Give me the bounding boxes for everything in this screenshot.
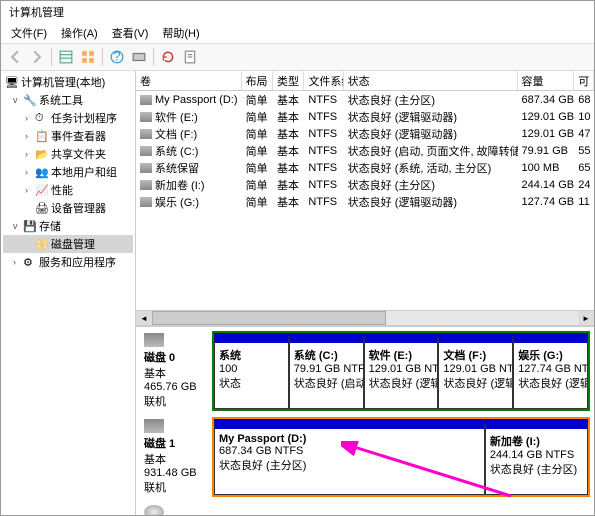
disk-0-row[interactable]: 磁盘 0 基本 465.76 GB 联机 系统100状态系统 (C:)79.91… xyxy=(140,331,590,411)
device-icon: 🖨 xyxy=(35,202,49,215)
storage-icon: 💾 xyxy=(23,220,37,233)
tree-perf[interactable]: ›📈性能 xyxy=(3,181,133,199)
volume-icon xyxy=(140,129,152,139)
tree-shared[interactable]: ›📂共享文件夹 xyxy=(3,145,133,163)
tree-scheduler[interactable]: ›⏱任务计划程序 xyxy=(3,109,133,127)
clock-icon: ⏱ xyxy=(35,112,49,125)
scroll-thumb[interactable] xyxy=(152,311,386,325)
disk-1-info: 磁盘 1 基本 931.48 GB 联机 xyxy=(140,417,212,497)
volume-icon xyxy=(140,146,152,156)
menu-view[interactable]: 查看(V) xyxy=(106,23,155,43)
menubar: 文件(F) 操作(A) 查看(V) 帮助(H) xyxy=(1,23,594,43)
volume-icon xyxy=(140,180,152,190)
disk-1-partitions: My Passport (D:)687.34 GB NTFS状态良好 (主分区)… xyxy=(212,417,590,497)
window-titlebar: 计算机管理 xyxy=(1,1,594,23)
partition[interactable]: 系统100状态 xyxy=(214,333,289,409)
volume-icon xyxy=(140,197,152,207)
volume-list: My Passport (D:)简单基本NTFS状态良好 (主分区)687.34… xyxy=(136,91,594,210)
partition[interactable]: My Passport (D:)687.34 GB NTFS状态良好 (主分区) xyxy=(214,419,485,495)
disk-icon: 📀 xyxy=(35,238,49,251)
partition[interactable]: 新加卷 (I:)244.14 GB NTFS状态良好 (主分区) xyxy=(485,419,588,495)
users-icon: 👥 xyxy=(35,166,49,179)
col-status[interactable]: 状态 xyxy=(344,71,518,90)
menu-file[interactable]: 文件(F) xyxy=(5,23,53,43)
tree-devmgr[interactable]: 🖨设备管理器 xyxy=(3,199,133,217)
volume-list-header: 卷 布局 类型 文件系统 状态 容量 可 xyxy=(136,71,594,91)
col-type[interactable]: 类型 xyxy=(273,71,304,90)
partition[interactable]: 娱乐 (G:)127.74 GB NT状态良好 (逻辑 xyxy=(513,333,588,409)
hdd-icon xyxy=(144,333,164,347)
table-row[interactable]: 文档 (F:)简单基本NTFS状态良好 (逻辑驱动器)129.01 GB47 xyxy=(136,125,594,142)
tree-root[interactable]: 🖥计算机管理(本地) xyxy=(3,73,133,91)
props-icon[interactable] xyxy=(180,47,200,67)
table-row[interactable]: 系统保留简单基本NTFS状态良好 (系统, 活动, 主分区)100 MB65 xyxy=(136,159,594,176)
horizontal-scrollbar[interactable]: ◄ ► xyxy=(136,310,594,326)
table-row[interactable]: My Passport (D:)简单基本NTFS状态良好 (主分区)687.34… xyxy=(136,91,594,108)
table-row[interactable]: 新加卷 (I:)简单基本NTFS状态良好 (主分区)244.14 GB24 xyxy=(136,176,594,193)
table-row[interactable]: 娱乐 (G:)简单基本NTFS状态良好 (逻辑驱动器)127.74 GB11 xyxy=(136,193,594,210)
col-volume[interactable]: 卷 xyxy=(136,71,242,90)
tree-events[interactable]: ›📋事件查看器 xyxy=(3,127,133,145)
scroll-left-icon[interactable]: ◄ xyxy=(136,311,152,325)
cd-icon xyxy=(144,505,164,515)
col-capacity[interactable]: 容量 xyxy=(518,71,575,90)
menu-help[interactable]: 帮助(H) xyxy=(156,23,205,43)
perf-icon: 📈 xyxy=(35,184,49,197)
partition[interactable]: 文档 (F:)129.01 GB NT状态良好 (逻辑 xyxy=(438,333,513,409)
col-layout[interactable]: 布局 xyxy=(242,71,273,90)
tree-systools[interactable]: v🔧系统工具 xyxy=(3,91,133,109)
window-title: 计算机管理 xyxy=(9,4,64,20)
services-icon: ⚙ xyxy=(23,256,37,269)
refresh-icon[interactable] xyxy=(158,47,178,67)
menu-action[interactable]: 操作(A) xyxy=(55,23,104,43)
settings-icon[interactable] xyxy=(129,47,149,67)
disk-0-info: 磁盘 0 基本 465.76 GB 联机 xyxy=(140,331,212,411)
view-detail-icon[interactable] xyxy=(78,47,98,67)
col-free[interactable]: 可 xyxy=(574,71,594,90)
svg-text:?: ? xyxy=(113,50,120,64)
help-icon[interactable]: ? xyxy=(107,47,127,67)
tree-users[interactable]: ›👥本地用户和组 xyxy=(3,163,133,181)
volume-icon xyxy=(140,112,152,122)
volume-icon xyxy=(140,95,152,105)
table-row[interactable]: 系统 (C:)简单基本NTFS状态良好 (启动, 页面文件, 故障转储, 主分区… xyxy=(136,142,594,159)
disk-graph-pane: 磁盘 0 基本 465.76 GB 联机 系统100状态系统 (C:)79.91… xyxy=(136,326,594,515)
partition[interactable]: 系统 (C:)79.91 GB NTF状态良好 (启动 xyxy=(289,333,364,409)
tree-storage[interactable]: v💾存储 xyxy=(3,217,133,235)
log-icon: 📋 xyxy=(35,130,49,143)
col-fs[interactable]: 文件系统 xyxy=(304,71,343,90)
disk-1-row[interactable]: 磁盘 1 基本 931.48 GB 联机 My Passport (D:)687… xyxy=(140,417,590,497)
tree-diskmgr[interactable]: 📀磁盘管理 xyxy=(3,235,133,253)
forward-icon[interactable] xyxy=(27,47,47,67)
toolbar: ? xyxy=(1,43,594,71)
table-row[interactable]: 软件 (E:)简单基本NTFS状态良好 (逻辑驱动器)129.01 GB10 xyxy=(136,108,594,125)
cdrom-row[interactable]: CD-ROM 0 DVD (H:) xyxy=(140,503,590,515)
content-pane: 卷 布局 类型 文件系统 状态 容量 可 My Passport (D:)简单基… xyxy=(136,71,594,515)
nav-tree: 🖥计算机管理(本地) v🔧系统工具 ›⏱任务计划程序 ›📋事件查看器 ›📂共享文… xyxy=(1,71,136,515)
tree-services[interactable]: ›⚙服务和应用程序 xyxy=(3,253,133,271)
computer-icon: 🖥 xyxy=(5,76,19,89)
hdd-icon xyxy=(144,419,164,433)
back-icon[interactable] xyxy=(5,47,25,67)
tools-icon: 🔧 xyxy=(23,94,37,107)
volume-icon xyxy=(140,163,152,173)
folder-icon: 📂 xyxy=(35,148,49,161)
cdrom-info: CD-ROM 0 DVD (H:) xyxy=(140,503,212,515)
partition[interactable]: 软件 (E:)129.01 GB NT状态良好 (逻辑 xyxy=(364,333,439,409)
view-list-icon[interactable] xyxy=(56,47,76,67)
scroll-right-icon[interactable]: ► xyxy=(578,311,594,325)
disk-0-partitions: 系统100状态系统 (C:)79.91 GB NTF状态良好 (启动软件 (E:… xyxy=(212,331,590,411)
